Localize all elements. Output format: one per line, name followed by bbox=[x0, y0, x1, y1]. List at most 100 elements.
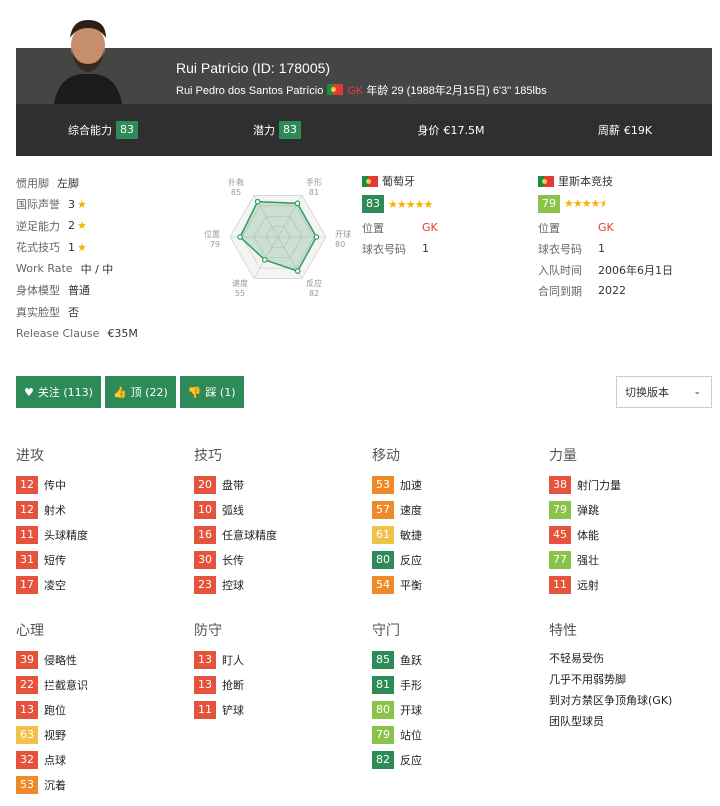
attribute-name: 手形 bbox=[400, 678, 422, 692]
attribute-category: 技巧 20 盘带 10 弧线 16 任意球精度 30 长传 23 控球 bbox=[194, 445, 364, 597]
radar-value: 79 bbox=[210, 240, 220, 249]
jersey-label: 球衣号码 bbox=[538, 242, 582, 256]
attribute-name: 加速 bbox=[400, 478, 422, 492]
info-value: 普通 bbox=[68, 284, 90, 298]
attribute-row: 17 凌空 bbox=[16, 572, 186, 597]
dislike-button[interactable]: 👎 踩 (1) bbox=[179, 376, 244, 408]
attribute-category: 防守 13 盯人 13 抢断 11 铲球 bbox=[194, 620, 364, 722]
position-value: GK bbox=[422, 221, 438, 234]
attribute-value-badge: 30 bbox=[194, 550, 216, 569]
attribute-row: 39 侵略性 bbox=[16, 647, 186, 672]
summary-overall: 综合能力 83 bbox=[16, 121, 190, 139]
attribute-value-badge: 85 bbox=[372, 650, 394, 669]
info-value: 3 bbox=[68, 197, 75, 211]
attribute-name: 站位 bbox=[400, 728, 422, 742]
summary-label: 综合能力 bbox=[68, 124, 112, 137]
attribute-name: 反应 bbox=[400, 553, 422, 567]
attribute-value-badge: 80 bbox=[372, 700, 394, 719]
follow-button[interactable]: ♥ 关注 (113) bbox=[16, 376, 101, 408]
info-value: €35M bbox=[107, 326, 138, 340]
position-label: 位置 bbox=[538, 221, 560, 235]
national-jersey-row: 球衣号码 1 bbox=[362, 238, 512, 259]
attribute-name: 射术 bbox=[44, 503, 66, 517]
summary-label: 周薪 bbox=[597, 124, 620, 137]
attribute-row: 13 跑位 bbox=[16, 697, 186, 722]
info-label: Work Rate bbox=[16, 262, 73, 276]
attribute-value-badge: 54 bbox=[372, 575, 394, 594]
info-row: 惯用脚 左脚 bbox=[16, 172, 206, 194]
attribute-value-badge: 23 bbox=[194, 575, 216, 594]
rating-badge: 83 bbox=[362, 195, 384, 213]
info-value: 1 bbox=[68, 240, 75, 254]
attribute-row: 11 铲球 bbox=[194, 697, 364, 722]
radar-label: 手形 bbox=[306, 177, 322, 187]
national-rating: 83 ★★★★★ bbox=[362, 194, 512, 214]
attribute-name: 远射 bbox=[577, 578, 599, 592]
attribute-name: 速度 bbox=[400, 503, 422, 517]
radar-label: 位置 bbox=[204, 229, 220, 239]
attribute-row: 11 远射 bbox=[549, 572, 719, 597]
version-select[interactable]: 切换版本 ⌄ bbox=[616, 376, 712, 408]
info-row: Release Clause €35M bbox=[16, 323, 206, 345]
attribute-category: 心理 39 侵略性 22 拦截意识 13 跑位 63 视野 32 点球 53 沉着 bbox=[16, 620, 186, 797]
attribute-row: 10 弧线 bbox=[194, 497, 364, 522]
version-label: 切换版本 bbox=[625, 386, 669, 399]
radar-label: 开球 bbox=[335, 229, 351, 239]
attribute-value-badge: 11 bbox=[16, 525, 38, 544]
attribute-name: 反应 bbox=[400, 753, 422, 767]
like-label: 顶 (22) bbox=[130, 386, 168, 399]
info-label: 国际声誉 bbox=[16, 198, 60, 212]
portugal-flag-icon bbox=[327, 84, 344, 95]
attribute-row: 79 弹跳 bbox=[549, 497, 719, 522]
summary-value: 身价 €17.5M bbox=[364, 122, 538, 138]
star-icon: ★ bbox=[77, 219, 87, 233]
attribute-row: 38 射门力量 bbox=[549, 472, 719, 497]
attribute-value-badge: 16 bbox=[194, 525, 216, 544]
attribute-name: 强壮 bbox=[577, 553, 599, 567]
club-joined-row: 入队时间 2006年6月1日 bbox=[538, 259, 708, 280]
info-row: 身体模型 普通 bbox=[16, 280, 206, 302]
thumbs-up-icon: 👍 bbox=[112, 385, 127, 399]
star-icon: ★ bbox=[77, 240, 87, 254]
attribute-value-badge: 45 bbox=[549, 525, 571, 544]
summary-potential: 潜力 83 bbox=[190, 121, 364, 139]
trait-item: 几乎不用弱势脚 bbox=[549, 672, 626, 686]
like-button[interactable]: 👍 顶 (22) bbox=[104, 376, 176, 408]
attribute-value-badge: 11 bbox=[549, 575, 571, 594]
info-value: 2 bbox=[68, 219, 75, 233]
category-title: 技巧 bbox=[194, 448, 222, 464]
category-title: 心理 bbox=[16, 623, 44, 639]
attribute-name: 凌空 bbox=[44, 578, 66, 592]
national-team-header: 葡萄牙 bbox=[362, 172, 512, 190]
summary-bar: 综合能力 83 潜力 83 身价 €17.5M 周薪 €19K bbox=[16, 104, 712, 156]
attribute-value-badge: 38 bbox=[549, 475, 571, 494]
summary-text: €19K bbox=[623, 123, 653, 137]
attribute-name: 长传 bbox=[222, 553, 244, 567]
radar-point bbox=[313, 234, 320, 240]
summary-label: 身价 bbox=[417, 124, 440, 137]
age-info: 年龄 29 (1988年2月15日) 6'3" 185lbs bbox=[366, 85, 547, 97]
info-value: 否 bbox=[68, 305, 79, 319]
attribute-row: 13 盯人 bbox=[194, 647, 364, 672]
national-team: 葡萄牙 83 ★★★★★ 位置 GK 球衣号码 1 bbox=[362, 172, 512, 259]
radar-point bbox=[294, 268, 301, 274]
info-label: 真实脸型 bbox=[16, 305, 60, 319]
contract-label: 合同到期 bbox=[538, 284, 582, 298]
attribute-name: 弹跳 bbox=[577, 503, 599, 517]
info-label: 身体模型 bbox=[16, 284, 60, 298]
attribute-row: 85 鱼跃 bbox=[372, 647, 542, 672]
info-value: 中 / 中 bbox=[80, 262, 114, 276]
attribute-name: 平衡 bbox=[400, 578, 422, 592]
attribute-value-badge: 10 bbox=[194, 500, 216, 519]
attribute-name: 传中 bbox=[44, 478, 66, 492]
summary-text: €17.5M bbox=[443, 123, 485, 137]
info-value: 左脚 bbox=[57, 176, 79, 190]
player-info: 惯用脚 左脚 国际声誉 3 ★ 逆足能力 2 ★ 花式技巧 1 ★ Work Rate 中 / … bbox=[16, 172, 206, 344]
star-icon: ★ bbox=[77, 197, 87, 211]
radar-value: 82 bbox=[309, 289, 319, 298]
attribute-row: 54 平衡 bbox=[372, 572, 542, 597]
attribute-value-badge: 82 bbox=[372, 750, 394, 769]
attribute-name: 跑位 bbox=[44, 703, 66, 717]
attribute-name: 头球精度 bbox=[44, 528, 88, 542]
attribute-row: 30 长传 bbox=[194, 547, 364, 572]
